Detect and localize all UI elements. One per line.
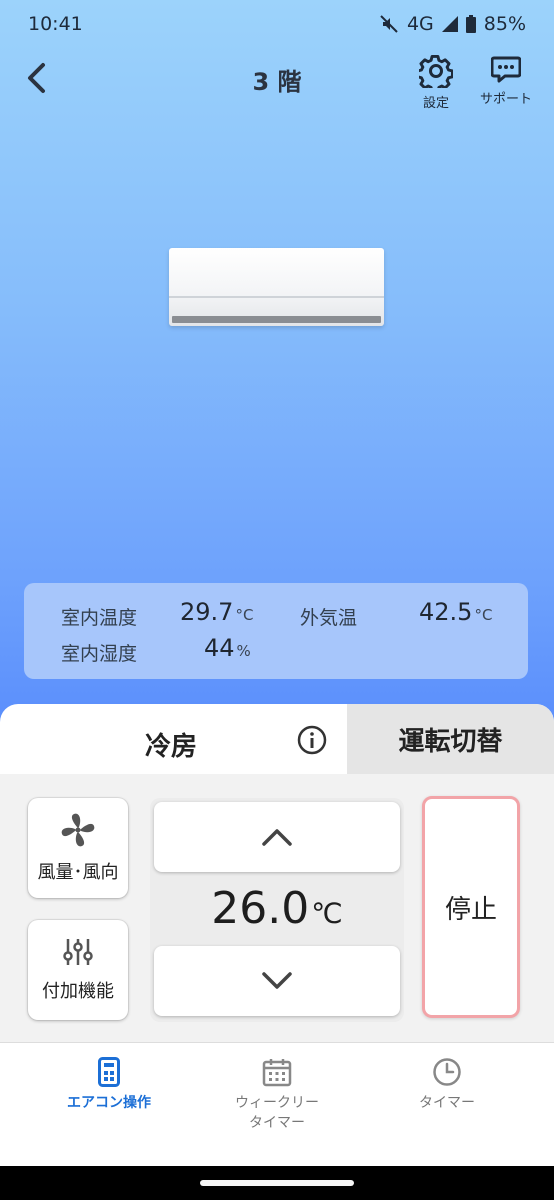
current-mode-label: 冷房 — [145, 732, 198, 762]
sliders-icon — [63, 939, 93, 965]
page-title: 3 階 — [252, 68, 302, 96]
settings-button[interactable]: 設定 — [412, 54, 460, 111]
network-label: 4G — [406, 13, 434, 35]
wind-label: 風量･風向 — [37, 862, 119, 883]
outdoor-temp-value: 42.5 °C — [419, 598, 493, 626]
info-icon — [297, 725, 327, 755]
status-time: 10:41 — [28, 13, 83, 35]
signal-icon — [441, 16, 458, 32]
temp-down-button[interactable] — [154, 946, 400, 1016]
status-icons: 4G 85% — [379, 13, 526, 35]
air-conditioner-image — [169, 248, 384, 326]
ac-vent — [172, 316, 381, 323]
indoor-humidity-value: 44% — [204, 634, 251, 662]
control-area: 風量･風向 付加機能 26.0℃ 停止 — [0, 774, 554, 1042]
status-bar: 10:41 4G 85% — [0, 0, 554, 48]
fan-icon — [61, 813, 95, 847]
mute-icon — [380, 15, 398, 33]
indoor-temp-value: 29.7 °C — [180, 598, 254, 626]
battery-label: 85% — [483, 13, 526, 35]
settings-label: 設定 — [422, 96, 449, 111]
ac-seam — [169, 296, 384, 298]
bottom-nav: エアコン操作 ウィークリー タイマー タイマー — [0, 1042, 554, 1166]
indoor-humidity-label: 室内湿度 — [61, 643, 138, 665]
chevron-down-icon — [262, 972, 292, 989]
mode-switch-button[interactable]: 運転切替 — [347, 704, 554, 774]
indoor-temp-label: 室内温度 — [61, 607, 138, 629]
nav-ac-control[interactable]: エアコン操作 — [64, 1057, 154, 1113]
temp-up-button[interactable] — [154, 802, 400, 872]
set-temperature: 26.0℃ — [211, 883, 343, 934]
nav-timer-label: タイマー — [419, 1095, 475, 1111]
outdoor-temp-label: 外気温 — [300, 607, 358, 629]
chevron-up-icon — [262, 829, 292, 846]
support-label: サポート — [479, 92, 532, 107]
extra-functions-label: 付加機能 — [42, 981, 114, 1002]
calendar-icon — [262, 1059, 292, 1087]
stop-button[interactable]: 停止 — [422, 796, 520, 1018]
room-info-panel: 室内温度 29.7 °C 外気温 42.5 °C 室内湿度 44% — [24, 583, 528, 679]
temperature-panel: 26.0℃ — [150, 798, 404, 1022]
gesture-bar — [0, 1166, 554, 1200]
extra-functions-button[interactable]: 付加機能 — [28, 920, 128, 1020]
gear-icon — [419, 54, 453, 88]
header: 3 階 設定 サポート — [0, 50, 554, 114]
nav-weekly-timer[interactable]: ウィークリー タイマー — [222, 1057, 332, 1133]
wind-button[interactable]: 風量･風向 — [28, 798, 128, 898]
mode-info-button[interactable] — [296, 724, 328, 756]
chat-icon — [491, 56, 521, 83]
battery-icon — [465, 15, 476, 33]
support-button[interactable]: サポート — [472, 54, 540, 107]
nav-weekly-label: ウィークリー タイマー — [235, 1095, 319, 1131]
home-indicator[interactable] — [200, 1180, 354, 1186]
nav-ac-label: エアコン操作 — [67, 1095, 151, 1111]
clock-icon — [433, 1058, 461, 1086]
remote-icon — [98, 1057, 120, 1087]
nav-timer[interactable]: タイマー — [402, 1057, 492, 1113]
